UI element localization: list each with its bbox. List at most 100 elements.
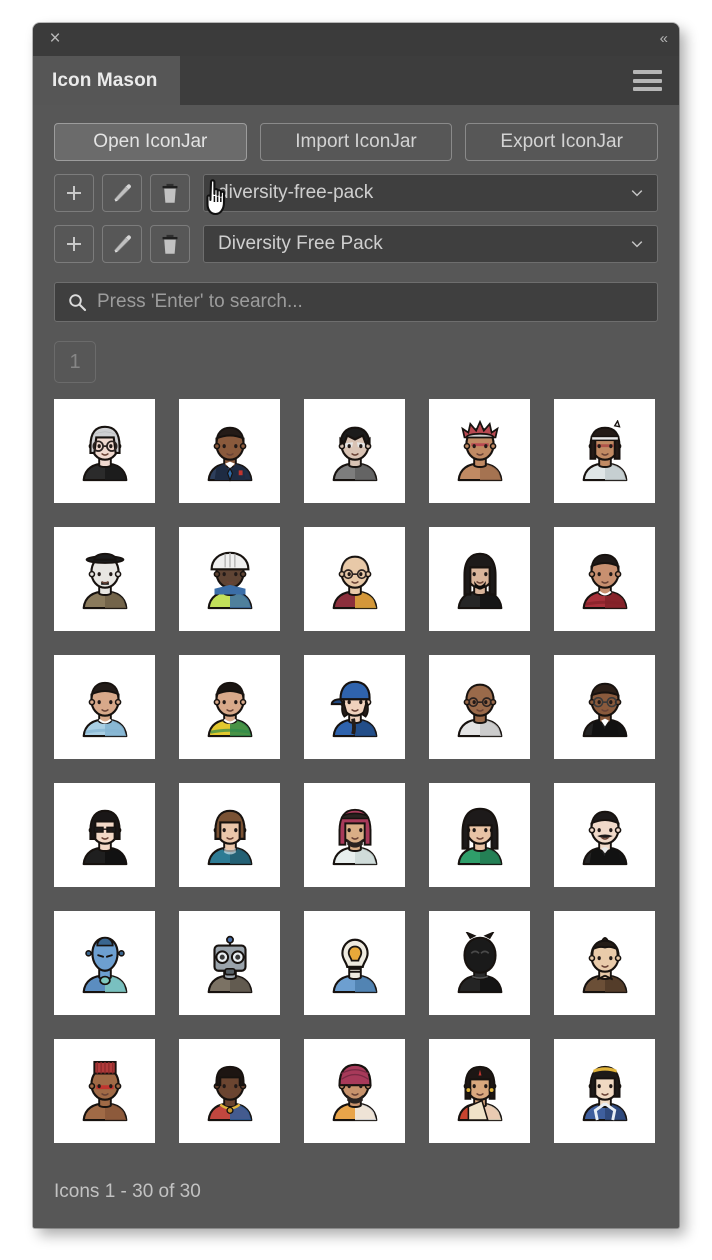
icon-grid [54,399,658,1143]
woman-sunglasses-black-top-avatar [82,809,127,866]
batman-mask-avatar [332,426,377,482]
footballer-light-blue-jersey-avatar [82,681,127,738]
delete-iconset-button[interactable] [150,225,190,263]
icon-cell[interactable] [179,527,280,631]
man-glasses-black-suit-avatar [582,682,627,738]
close-icon[interactable]: × [43,27,67,51]
long-hair-beard-musician-avatar [457,552,502,610]
iconset-dropdown[interactable]: Diversity Free Pack [203,225,658,263]
collapse-panel-icon[interactable]: « [660,28,668,50]
icon-cell[interactable] [179,911,280,1015]
search-bar[interactable] [54,282,658,322]
search-icon [69,294,87,312]
icon-cell[interactable] [304,783,405,887]
export-iconjar-button[interactable]: Export IconJar [465,123,659,161]
iconset-selector-row: Diversity Free Pack [54,225,658,263]
add-iconset-button[interactable] [54,225,94,263]
icon-cell[interactable] [554,399,655,503]
open-iconjar-button[interactable]: Open IconJar [54,123,247,161]
hamburger-bar [633,87,662,91]
construction-worker-helmet-avatar [207,551,252,610]
panel-body: Open IconJar Import IconJar Export IconJ… [33,105,679,1228]
bald-man-round-glasses-avatar [457,683,502,738]
icon-cell[interactable] [554,783,655,887]
icon-mason-panel: × « Icon Mason Open IconJar Import IconJ… [33,23,679,1228]
african-woman-headwrap-avatar [82,1060,127,1122]
icon-cell[interactable] [179,1039,280,1143]
icon-cell[interactable] [179,783,280,887]
black-panther-mask-avatar [457,932,502,994]
icon-cell[interactable] [429,399,530,503]
icon-cell[interactable] [304,911,405,1015]
chevron-down-icon [631,241,643,248]
icon-cell[interactable] [429,527,530,631]
icon-cell[interactable] [179,399,280,503]
plus-icon [67,237,81,251]
icon-cell[interactable] [304,399,405,503]
robot-avatar [207,935,252,994]
pagination: 1 [54,341,658,383]
status-text: Icons 1 - 30 of 30 [54,1180,201,1202]
athlete-red-jersey-avatar [582,553,627,610]
hamburger-bar [633,70,662,74]
sikh-man-turban-avatar [332,1063,377,1122]
woman-brown-hair-blue-shirt-avatar [207,809,252,866]
iconjar-actions: Open IconJar Import IconJar Export IconJ… [54,123,659,161]
iconjar-dropdown[interactable]: diversity-free-pack [203,174,658,212]
iconjar-dropdown-value: diversity-free-pack [218,182,374,203]
native-american-woman-avatar [582,420,627,482]
icon-cell[interactable] [554,527,655,631]
icon-cell[interactable] [304,527,405,631]
chevron-down-icon [631,190,643,197]
icon-cell[interactable] [54,399,155,503]
icon-cell[interactable] [54,911,155,1015]
samurai-topknot-avatar [582,937,627,994]
icon-cell[interactable] [429,1039,530,1143]
icon-cell[interactable] [554,911,655,1015]
footballer-yellow-jersey-avatar [207,681,252,738]
icon-cell[interactable] [429,783,530,887]
delete-iconjar-button[interactable] [150,174,190,212]
native-american-headdress-avatar [457,420,502,482]
trash-icon [162,183,178,203]
icon-cell[interactable] [54,783,155,887]
icon-cell[interactable] [554,1039,655,1143]
hamburger-bar [633,78,662,83]
woman-blue-cap-avatar [330,680,377,738]
blue-alien-avatar [82,936,127,994]
plus-icon [67,186,81,200]
pencil-icon [113,234,131,253]
iconjar-selector-row: diversity-free-pack [54,174,658,212]
icon-cell[interactable] [429,911,530,1015]
elderly-woman-glasses-avatar [82,425,127,482]
icon-cell[interactable] [54,1039,155,1143]
icon-cell[interactable] [179,655,280,759]
icon-cell[interactable] [304,655,405,759]
iconset-dropdown-value: Diversity Free Pack [218,233,383,254]
lightbulb-head-avatar [332,938,377,994]
tab-strip: Icon Mason [33,56,679,105]
edit-iconset-button[interactable] [102,225,142,263]
status-bar: Icons 1 - 30 of 30 [54,1157,658,1228]
hamburger-icon[interactable] [633,70,662,91]
charlie-chaplin-bowler-hat-avatar [82,552,127,610]
titlebar: × « [33,23,679,56]
add-iconjar-button[interactable] [54,174,94,212]
man-mustache-dark-suit-avatar [582,810,627,866]
japanese-woman-kimono-avatar [582,1065,627,1122]
icon-cell[interactable] [554,655,655,759]
import-iconjar-button[interactable]: Import IconJar [259,123,453,161]
icon-cell[interactable] [54,527,155,631]
tab-icon-mason[interactable]: Icon Mason [33,56,180,105]
icon-cell[interactable] [429,655,530,759]
search-input[interactable] [97,291,645,313]
trash-icon [162,234,178,254]
monk-bald-glasses-avatar [332,555,377,610]
page-button-1[interactable]: 1 [54,341,96,383]
edit-iconjar-button[interactable] [102,174,142,212]
indian-woman-saree-avatar [457,1065,502,1122]
woman-hijab-green-avatar [457,807,502,866]
icon-cell[interactable] [304,1039,405,1143]
businessman-suit-avatar [207,426,252,482]
icon-cell[interactable] [54,655,155,759]
